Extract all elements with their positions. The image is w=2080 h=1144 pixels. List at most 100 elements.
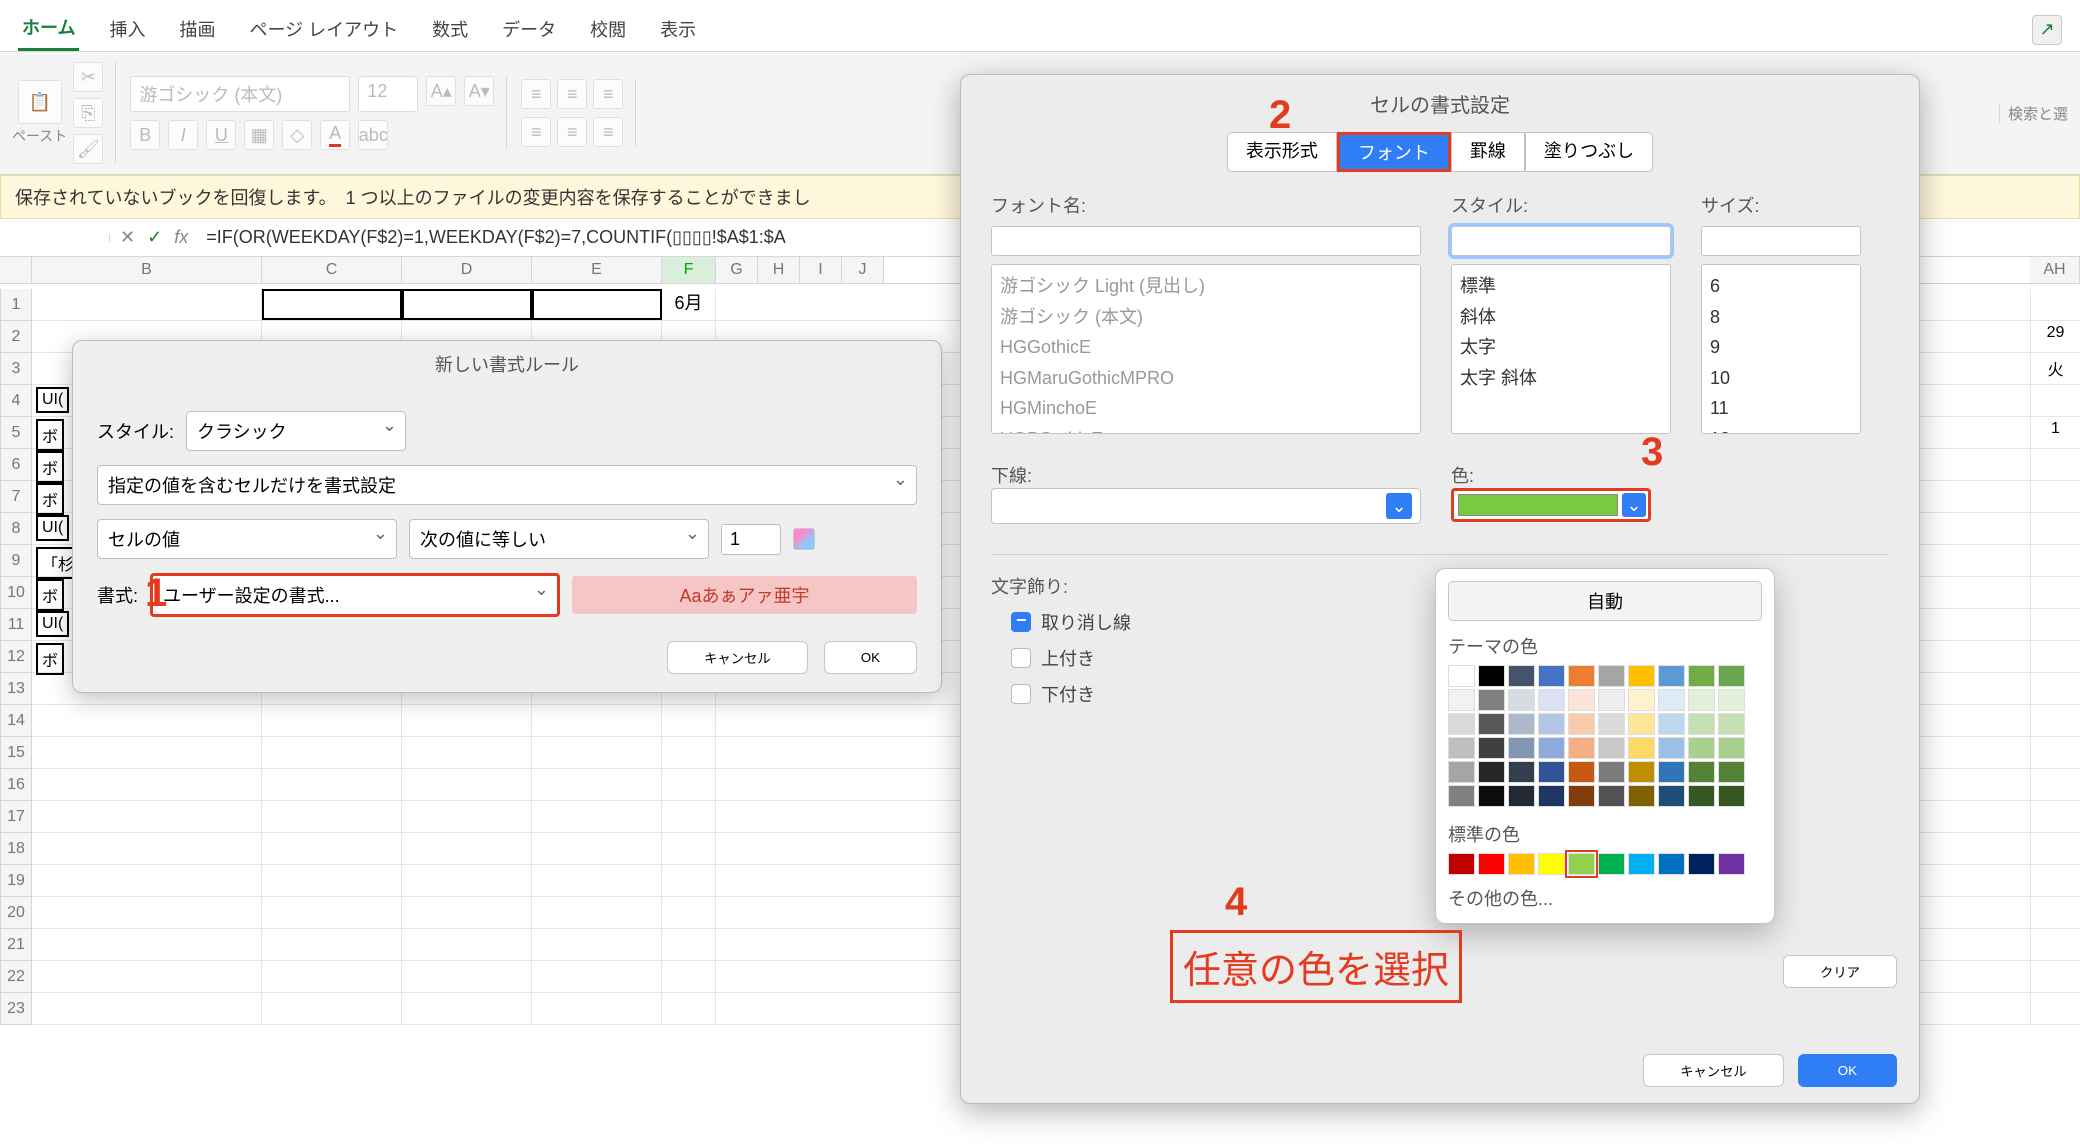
color-swatch[interactable] <box>1538 737 1565 759</box>
align-left-icon[interactable]: ≡ <box>521 117 551 147</box>
color-swatch[interactable] <box>1478 689 1505 711</box>
fill-color-icon[interactable]: ◇ <box>282 120 312 150</box>
tab-number[interactable]: 表示形式 <box>1227 132 1337 172</box>
color-swatch[interactable] <box>1538 689 1565 711</box>
color-swatch[interactable] <box>1718 853 1745 875</box>
underline-combo[interactable]: ⌄ <box>991 488 1421 524</box>
color-swatch[interactable] <box>1478 853 1505 875</box>
list-item[interactable]: HGGothicE <box>1000 332 1412 363</box>
row-header[interactable]: 7 <box>0 481 32 513</box>
color-swatch[interactable] <box>1478 713 1505 735</box>
color-swatch[interactable] <box>1538 713 1565 735</box>
cancel-button[interactable]: キャンセル <box>1643 1054 1784 1087</box>
color-swatch[interactable] <box>1508 761 1535 783</box>
cell[interactable]: 1 <box>2030 417 2080 449</box>
color-swatch[interactable] <box>1448 761 1475 783</box>
auto-color-button[interactable]: 自動 <box>1448 581 1762 621</box>
list-item[interactable]: 6 <box>1710 271 1852 302</box>
list-item[interactable]: 12 <box>1710 424 1852 434</box>
align-middle-icon[interactable]: ≡ <box>557 79 587 109</box>
cell[interactable] <box>2030 865 2080 897</box>
tab-data[interactable]: データ <box>498 10 560 50</box>
row-header[interactable]: 4 <box>0 385 32 417</box>
color-swatch[interactable] <box>1718 785 1745 807</box>
color-swatch[interactable] <box>1508 689 1535 711</box>
row-header[interactable]: 18 <box>0 833 32 865</box>
align-right-icon[interactable]: ≡ <box>593 117 623 147</box>
color-swatch[interactable] <box>1508 785 1535 807</box>
fx-icon[interactable]: fx <box>174 227 188 248</box>
col-header[interactable]: AH <box>2030 257 2080 283</box>
size-list[interactable]: 689101112 <box>1701 264 1861 434</box>
col-header[interactable]: I <box>800 257 842 283</box>
font-color-icon[interactable]: A <box>320 120 350 150</box>
col-header[interactable]: H <box>758 257 800 283</box>
ruby-icon[interactable]: abc <box>358 120 388 150</box>
cell[interactable] <box>2030 577 2080 609</box>
list-item[interactable]: 11 <box>1710 393 1852 424</box>
cell[interactable] <box>2030 801 2080 833</box>
chevron-down-icon[interactable]: ⌄ <box>1622 493 1646 517</box>
condition-mid-combo[interactable]: 次の値に等しい <box>409 519 709 559</box>
color-swatch[interactable] <box>1538 761 1565 783</box>
cell[interactable] <box>2030 929 2080 961</box>
list-item[interactable]: 標準 <box>1460 271 1662 302</box>
tab-font[interactable]: フォント <box>1337 132 1451 172</box>
row-header[interactable]: 9 <box>0 545 32 577</box>
color-swatch[interactable] <box>1688 737 1715 759</box>
format-with-combo[interactable]: ユーザー設定の書式... <box>150 573 560 617</box>
align-bottom-icon[interactable]: ≡ <box>593 79 623 109</box>
name-box[interactable] <box>0 234 110 242</box>
cell[interactable] <box>2030 833 2080 865</box>
cell[interactable] <box>2030 481 2080 513</box>
color-swatch[interactable] <box>1478 761 1505 783</box>
tab-view[interactable]: 表示 <box>656 10 700 50</box>
cell[interactable]: 6月 <box>662 289 716 320</box>
tab-draw[interactable]: 描画 <box>175 10 219 50</box>
color-swatch[interactable] <box>1658 761 1685 783</box>
row-header[interactable]: 15 <box>0 737 32 769</box>
row-header[interactable]: 14 <box>0 705 32 737</box>
color-swatch[interactable] <box>1688 853 1715 875</box>
color-swatch[interactable] <box>1598 761 1625 783</box>
color-swatch[interactable] <box>1688 665 1715 687</box>
col-header[interactable]: F <box>662 257 716 283</box>
bold-icon[interactable]: B <box>130 120 160 150</box>
row-header[interactable]: 16 <box>0 769 32 801</box>
color-swatch[interactable] <box>1658 665 1685 687</box>
color-swatch[interactable] <box>1688 713 1715 735</box>
row-header[interactable]: 2 <box>0 321 32 353</box>
cell[interactable] <box>2030 961 2080 993</box>
cell[interactable] <box>2030 385 2080 417</box>
style-input[interactable] <box>1451 226 1671 256</box>
color-swatch[interactable] <box>1718 665 1745 687</box>
list-item[interactable]: 8 <box>1710 302 1852 333</box>
color-swatch[interactable] <box>1658 737 1685 759</box>
color-swatch[interactable] <box>1598 689 1625 711</box>
share-icon[interactable]: ↗ <box>2032 15 2062 45</box>
row-header[interactable]: 1 <box>0 289 32 321</box>
cell[interactable] <box>2030 705 2080 737</box>
paste-icon[interactable]: 📋 <box>18 80 62 124</box>
color-swatch[interactable] <box>1448 665 1475 687</box>
color-swatch[interactable] <box>1508 665 1535 687</box>
color-swatch[interactable] <box>1478 785 1505 807</box>
ok-button[interactable]: OK <box>1798 1054 1897 1087</box>
size-input[interactable] <box>1701 226 1861 256</box>
chevron-down-icon[interactable]: ⌄ <box>1386 493 1412 519</box>
clear-button[interactable]: クリア <box>1783 955 1897 988</box>
list-item[interactable]: 9 <box>1710 332 1852 363</box>
color-swatch[interactable] <box>1598 737 1625 759</box>
italic-icon[interactable]: I <box>168 120 198 150</box>
color-swatch[interactable] <box>1448 737 1475 759</box>
color-swatch[interactable] <box>1568 713 1595 735</box>
color-swatch[interactable] <box>1568 665 1595 687</box>
tab-review[interactable]: 校閲 <box>586 10 630 50</box>
color-swatch[interactable] <box>1568 689 1595 711</box>
condition-value-input[interactable]: 1 <box>721 524 781 555</box>
row-header[interactable]: 21 <box>0 929 32 961</box>
color-swatch[interactable] <box>1658 785 1685 807</box>
color-swatch[interactable] <box>1718 737 1745 759</box>
color-swatch[interactable] <box>1478 665 1505 687</box>
cell[interactable] <box>2030 545 2080 577</box>
